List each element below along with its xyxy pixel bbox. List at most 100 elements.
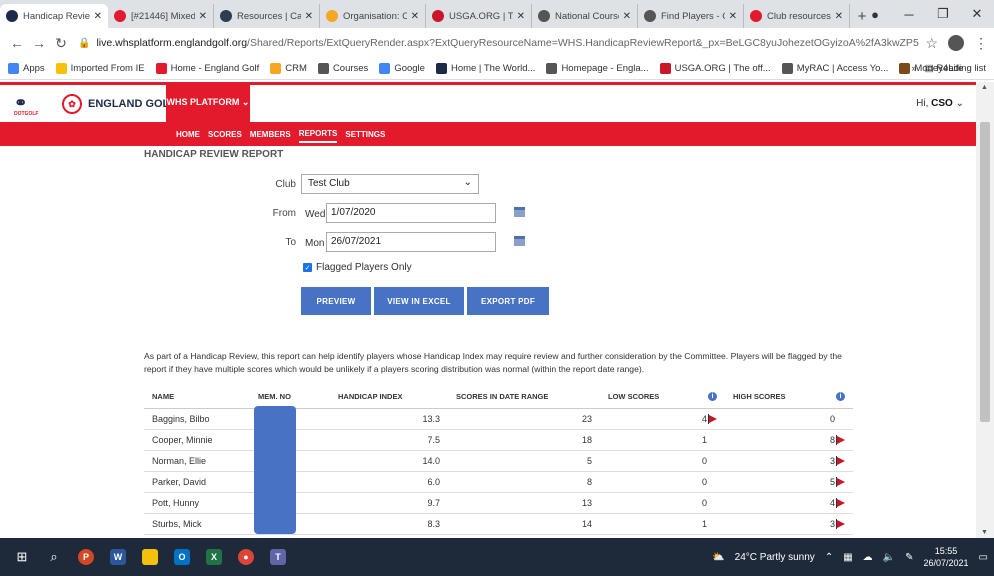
user-menu[interactable]: Hi, CSO ⌄ — [916, 98, 964, 109]
notifications-icon[interactable]: ▭ — [979, 552, 988, 563]
nav-reports[interactable]: REPORTS — [298, 126, 338, 143]
powerpoint-icon[interactable]: P — [70, 538, 102, 576]
to-date-input[interactable]: 26/07/2021 — [326, 232, 496, 252]
outlook-icon[interactable]: O — [166, 538, 198, 576]
page-scrollbar[interactable]: ▲ ▼ — [976, 82, 994, 538]
reading-list-button[interactable]: ▤ Reading list — [925, 63, 986, 74]
col-mem-no[interactable]: MEM. NO — [250, 386, 330, 409]
profile-dot-icon[interactable]: ● — [858, 7, 892, 22]
to-label: To — [285, 237, 296, 248]
bookmarks-overflow-icon[interactable]: » — [911, 63, 916, 74]
browser-tab[interactable]: [#21446] Mixed t ✕ — [108, 4, 214, 28]
table-row[interactable]: Sturbs, Mick 8.3 14 1 3 — [144, 513, 853, 535]
browser-tab[interactable]: Club resources - ✕ — [744, 4, 850, 28]
low-scores-value: 0 — [701, 497, 707, 508]
nav-scores[interactable]: SCORES — [208, 127, 242, 142]
scroll-thumb[interactable] — [980, 122, 990, 422]
col-handicap-index[interactable]: HANDICAP INDEX — [330, 386, 448, 409]
onedrive-icon[interactable]: ☁ — [863, 552, 873, 563]
tab-label: Resources | Caddi — [237, 10, 301, 22]
col-name[interactable]: NAME — [144, 386, 250, 409]
nav-settings[interactable]: SETTINGS — [345, 127, 385, 142]
restore-icon[interactable]: ❐ — [926, 6, 960, 22]
to-calendar-icon[interactable] — [514, 236, 525, 246]
tab-close-icon[interactable]: ✕ — [729, 11, 737, 22]
export-pdf-button[interactable]: EXPORT PDF — [467, 287, 549, 315]
volume-icon[interactable]: 🔈 — [883, 552, 895, 563]
pen-icon[interactable]: ✎ — [905, 552, 913, 563]
bookmark-item[interactable]: Imported From IE — [55, 63, 145, 74]
browser-tab[interactable]: National Course ✕ — [532, 4, 638, 28]
word-icon[interactable]: W — [102, 538, 134, 576]
nav-home[interactable]: HOME — [176, 127, 200, 142]
flagged-only-checkbox[interactable]: ✓ Flagged Players Only — [303, 262, 412, 273]
search-icon[interactable]: ⌕ — [38, 538, 70, 576]
preview-button[interactable]: PREVIEW — [301, 287, 371, 315]
bookmark-item[interactable]: Homepage - Engla... — [546, 63, 649, 74]
info-icon[interactable]: i — [836, 392, 845, 402]
file-explorer-icon[interactable] — [134, 538, 166, 576]
col-high-scores[interactable]: HIGH SCORES i — [725, 386, 853, 409]
profile-avatar-icon[interactable] — [948, 35, 964, 51]
table-row[interactable]: Baggins, Bilbo 13.3 23 4 0 — [144, 408, 853, 430]
tray-chevron-icon[interactable]: ⌃ — [825, 552, 833, 563]
tab-close-icon[interactable]: ✕ — [305, 11, 313, 22]
col-low-scores[interactable]: LOW SCORES i — [600, 386, 725, 409]
tab-close-icon[interactable]: ✕ — [94, 11, 102, 22]
club-select[interactable]: Test Club ⌄ — [301, 174, 479, 194]
table-row[interactable]: Parker, David 6.0 8 0 5 — [144, 471, 853, 493]
bookmark-item[interactable]: Home | The World... — [435, 63, 535, 74]
flag-icon — [836, 498, 845, 509]
table-row[interactable]: Norman, Ellie 14.0 5 0 3 — [144, 450, 853, 472]
scroll-down-icon[interactable]: ▼ — [981, 529, 988, 536]
browser-tab[interactable]: Handicap Review ✕ — [0, 4, 108, 28]
menu-kebab-icon[interactable]: ⋮ — [974, 35, 988, 52]
club-label: Club — [275, 179, 296, 190]
bookmark-item[interactable]: Apps — [8, 63, 45, 74]
table-row[interactable]: Cooper, Minnie 7.5 18 1 8 — [144, 429, 853, 451]
high-scores-value: 4 — [829, 497, 835, 508]
bookmark-star-icon[interactable]: ☆ — [925, 35, 938, 52]
weather-icon[interactable]: ⛅ — [712, 552, 724, 563]
browser-tab[interactable]: Find Players - CDI ✕ — [638, 4, 744, 28]
close-window-icon[interactable]: ✕ — [960, 6, 994, 22]
excel-icon[interactable]: X — [198, 538, 230, 576]
tab-close-icon[interactable]: ✕ — [517, 11, 525, 22]
bookmark-item[interactable]: Courses — [317, 63, 368, 74]
tab-close-icon[interactable]: ✕ — [623, 11, 631, 22]
network-icon[interactable]: ▦ — [843, 552, 852, 563]
table-row[interactable]: Pott, Hunny 9.7 13 0 4 — [144, 492, 853, 514]
from-date-input[interactable]: 1/07/2020 — [326, 203, 496, 223]
scroll-up-icon[interactable]: ▲ — [981, 84, 988, 91]
tab-close-icon[interactable]: ✕ — [199, 11, 207, 22]
info-icon[interactable]: i — [708, 392, 717, 402]
bookmark-item[interactable]: USGA.ORG | The off... — [659, 63, 771, 74]
browser-tab[interactable]: USGA.ORG | The ✕ — [426, 4, 532, 28]
browser-tab[interactable]: Resources | Caddi ✕ — [214, 4, 320, 28]
bookmark-item[interactable]: Google — [379, 63, 425, 74]
windows-start-icon[interactable]: ⊞ — [6, 538, 38, 576]
forward-icon[interactable]: → — [28, 35, 50, 51]
england-golf-logo[interactable]: ✿ ENGLAND GOLF — [62, 94, 176, 114]
col-scores-in-range[interactable]: SCORES IN DATE RANGE — [448, 386, 600, 409]
high-scores-value: 3 — [829, 518, 835, 529]
weather-text[interactable]: 24°C Partly sunny — [735, 552, 815, 563]
tab-close-icon[interactable]: ✕ — [411, 11, 419, 22]
chrome-icon[interactable]: ● — [230, 538, 262, 576]
bookmark-item[interactable]: MyRAC | Access Yo... — [781, 63, 888, 74]
teams-icon[interactable]: T — [262, 538, 294, 576]
bookmark-item[interactable]: CRM — [270, 63, 307, 74]
url-field[interactable]: 🔒 live.whsplatform.englandgolf.org/Share… — [78, 32, 919, 54]
tab-close-icon[interactable]: ✕ — [835, 11, 843, 22]
bookmark-item[interactable]: Home - England Golf — [155, 63, 259, 74]
minimize-icon[interactable]: ─ — [892, 7, 926, 22]
clock[interactable]: 15:55 26/07/2021 — [924, 545, 969, 569]
reload-icon[interactable]: ↻ — [50, 35, 72, 52]
whs-platform-button[interactable]: WHS PLATFORM ⌄ — [166, 82, 250, 122]
nav-members[interactable]: MEMBERS — [250, 127, 291, 142]
from-calendar-icon[interactable] — [514, 207, 525, 217]
back-icon[interactable]: ← — [6, 35, 28, 51]
dotgolf-logo[interactable]: ⚭ DOTGOLF — [14, 93, 40, 119]
view-in-excel-button[interactable]: VIEW IN EXCEL — [374, 287, 464, 315]
browser-tab[interactable]: Organisation: Org ✕ — [320, 4, 426, 28]
